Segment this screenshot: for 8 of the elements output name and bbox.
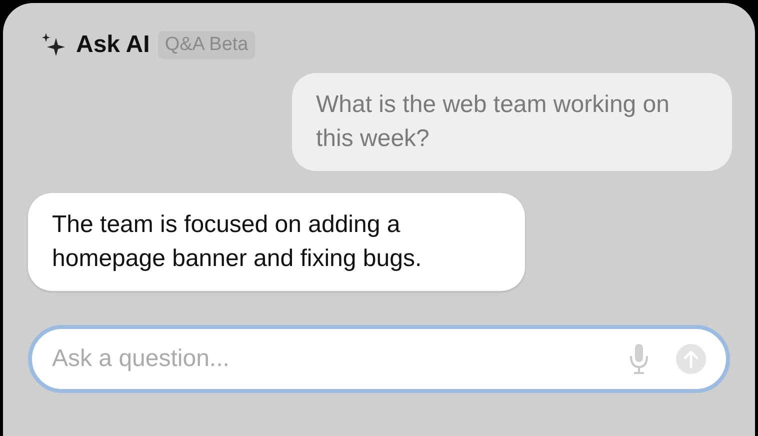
question-field[interactable]: Ask a question... xyxy=(28,325,730,393)
user-message: What is the web team working on this week? xyxy=(292,73,732,171)
microphone-icon[interactable] xyxy=(628,342,650,376)
sparkle-icon xyxy=(40,32,66,58)
panel-title: Ask AI xyxy=(76,31,150,59)
ai-reply: The team is focused on adding a homepage banner and fixing bugs. xyxy=(28,193,525,291)
send-button[interactable] xyxy=(676,344,706,374)
beta-badge: Q&A Beta xyxy=(158,31,256,59)
